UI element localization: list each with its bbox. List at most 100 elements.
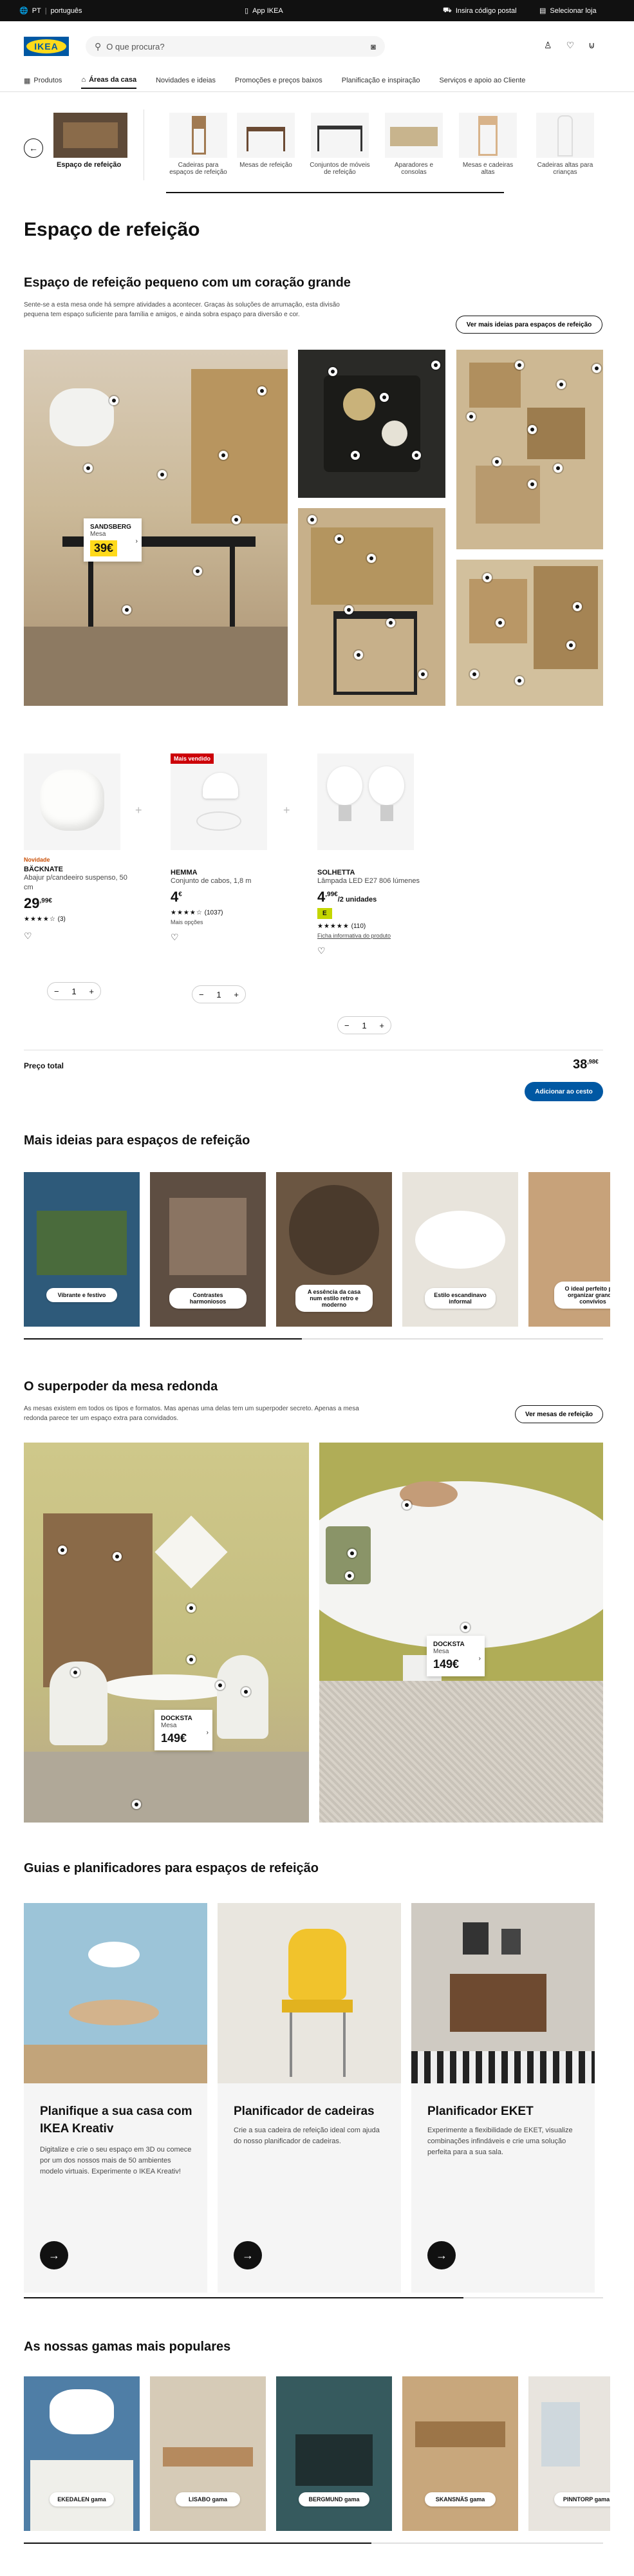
arrow-right-icon[interactable]: → bbox=[427, 2241, 456, 2269]
hotspot[interactable] bbox=[380, 393, 389, 402]
nav-products[interactable]: ▦ Produtos bbox=[24, 76, 62, 89]
minus-icon[interactable]: − bbox=[54, 987, 59, 996]
hotspot[interactable] bbox=[308, 515, 317, 524]
category-sets[interactable]: Conjuntos de móveis de refeição bbox=[308, 113, 372, 176]
hotspot[interactable] bbox=[418, 670, 427, 679]
product-image-backnate[interactable] bbox=[24, 753, 120, 850]
hotspot[interactable] bbox=[528, 480, 537, 489]
hotspot[interactable] bbox=[492, 457, 501, 466]
hotspot[interactable] bbox=[113, 1552, 122, 1561]
range-card[interactable]: BERGMUND gama bbox=[276, 2376, 392, 2531]
back-arrow-icon[interactable]: ← bbox=[24, 138, 43, 158]
quantity-stepper[interactable]: − 1 + bbox=[337, 1016, 391, 1034]
see-tables-button[interactable]: Ver mesas de refeição bbox=[515, 1405, 603, 1423]
store-selector[interactable]: ▤ Selecionar loja bbox=[539, 6, 597, 15]
idea-card[interactable]: Estilo escandinavo informal bbox=[402, 1172, 518, 1327]
hotspot[interactable] bbox=[216, 1681, 225, 1690]
hotspot[interactable] bbox=[232, 515, 241, 524]
idea-card[interactable]: A essência da casa num estilo retro e mo… bbox=[276, 1172, 392, 1327]
hotspot[interactable] bbox=[219, 451, 228, 460]
nav-news[interactable]: Novidades e ideias bbox=[156, 76, 216, 89]
product-tag[interactable]: DOCKSTA Mesa 149€ › bbox=[427, 1636, 485, 1676]
hotspot[interactable] bbox=[122, 605, 131, 614]
hotspot[interactable] bbox=[566, 641, 575, 650]
hotspot[interactable] bbox=[84, 464, 93, 473]
hotspot[interactable] bbox=[367, 554, 376, 563]
range-card[interactable]: SKANSNÄS gama bbox=[402, 2376, 518, 2531]
postal-code-link[interactable]: ⛟ Insira código postal bbox=[443, 6, 517, 15]
category-bar[interactable]: Mesas e cadeiras altas bbox=[456, 113, 520, 176]
hotspot[interactable] bbox=[328, 367, 337, 376]
hotspot[interactable] bbox=[58, 1546, 67, 1555]
idea-card[interactable]: Contrastes harmoniosos bbox=[150, 1172, 266, 1327]
category-highchairs[interactable]: Cadeiras altas para crianças bbox=[530, 113, 601, 176]
hotspot[interactable] bbox=[132, 1800, 141, 1809]
hotspot[interactable] bbox=[470, 670, 479, 679]
search-bar[interactable]: ⚲ O que procura? ◙ bbox=[86, 36, 385, 57]
hotspot[interactable] bbox=[158, 470, 167, 479]
add-to-cart-button[interactable]: Adicionar ao cesto bbox=[525, 1082, 603, 1101]
more-ideas-button[interactable]: Ver mais ideias para espaços de refeição bbox=[456, 316, 602, 334]
product-tag[interactable]: DOCKSTA Mesa 149€ › bbox=[154, 1710, 212, 1750]
product-image-hemma[interactable] bbox=[171, 753, 267, 850]
idea-card[interactable]: O ideal perfeito para organizar grandes … bbox=[528, 1172, 610, 1327]
product-name[interactable]: BÄCKNATE bbox=[24, 866, 133, 873]
ikea-logo[interactable]: IKEA bbox=[24, 37, 69, 56]
quantity-stepper[interactable]: − 1 + bbox=[47, 982, 101, 1000]
guide-card[interactable]: Planifique a sua casa com IKEA Kreativ D… bbox=[24, 1903, 207, 2293]
hotspot[interactable] bbox=[109, 396, 118, 405]
nav-rooms[interactable]: ⌂ Áreas da casa bbox=[81, 76, 137, 89]
category-scroll-indicator[interactable] bbox=[166, 192, 504, 193]
arrow-right-icon[interactable]: → bbox=[40, 2241, 68, 2269]
category-tables[interactable]: Mesas de refeição bbox=[234, 113, 298, 169]
hotspot[interactable] bbox=[431, 361, 440, 370]
scroll-indicator[interactable] bbox=[24, 2543, 371, 2544]
hotspot[interactable] bbox=[461, 1623, 470, 1632]
camera-icon[interactable]: ◙ bbox=[371, 42, 376, 52]
product-info-link[interactable]: Ficha informativa do produto bbox=[317, 933, 427, 939]
cart-icon[interactable]: ⊍ bbox=[588, 40, 595, 51]
product-image-solhetta[interactable] bbox=[317, 753, 414, 850]
energy-label[interactable]: E bbox=[317, 908, 332, 919]
country-selector[interactable]: 🌐 PT | português bbox=[19, 6, 82, 15]
range-card[interactable]: LISABO gama bbox=[150, 2376, 266, 2531]
product-name[interactable]: HEMMA bbox=[171, 869, 280, 876]
category-chairs[interactable]: Cadeiras para espaços de refeição bbox=[166, 113, 230, 176]
hotspot[interactable] bbox=[528, 425, 537, 434]
hotspot[interactable] bbox=[345, 1571, 354, 1580]
hotspot[interactable] bbox=[386, 618, 395, 627]
hotspot[interactable] bbox=[354, 650, 363, 659]
heart-icon[interactable]: ♡ bbox=[566, 40, 575, 51]
heart-icon[interactable]: ♡ bbox=[171, 932, 280, 943]
hotspot[interactable] bbox=[335, 535, 344, 544]
app-link[interactable]: ▯ App IKEA bbox=[245, 6, 283, 15]
heart-icon[interactable]: ♡ bbox=[317, 945, 427, 956]
minus-icon[interactable]: − bbox=[199, 990, 204, 999]
plus-icon[interactable]: + bbox=[234, 990, 239, 999]
scroll-indicator[interactable] bbox=[24, 1338, 302, 1340]
category-sideboards[interactable]: Aparadores e consolas bbox=[382, 113, 446, 176]
minus-icon[interactable]: − bbox=[344, 1021, 350, 1030]
hotspot[interactable] bbox=[573, 602, 582, 611]
hotspot[interactable] bbox=[515, 361, 524, 370]
hotspot[interactable] bbox=[193, 567, 202, 576]
hotspot[interactable] bbox=[592, 364, 601, 373]
user-icon[interactable]: ♙ bbox=[544, 40, 552, 51]
search-input[interactable]: O que procura? bbox=[106, 42, 366, 52]
heart-icon[interactable]: ♡ bbox=[24, 931, 133, 942]
hotspot[interactable] bbox=[483, 573, 492, 582]
hotspot[interactable] bbox=[496, 618, 505, 627]
nav-services[interactable]: Serviços e apoio ao Cliente bbox=[439, 76, 525, 89]
scroll-indicator[interactable] bbox=[24, 2297, 463, 2298]
plus-icon[interactable]: + bbox=[89, 987, 94, 996]
guide-card[interactable]: Planificador de cadeiras Crie a sua cade… bbox=[218, 1903, 401, 2293]
quantity-stepper[interactable]: − 1 + bbox=[192, 985, 246, 1003]
hotspot[interactable] bbox=[351, 451, 360, 460]
hotspot[interactable] bbox=[557, 380, 566, 389]
range-card[interactable]: PINNTORP gama bbox=[528, 2376, 610, 2531]
hotspot[interactable] bbox=[554, 464, 563, 473]
guide-card[interactable]: Planificador EKET Experimente a flexibil… bbox=[411, 1903, 595, 2293]
nav-offers[interactable]: Promoções e preços baixos bbox=[235, 76, 322, 89]
hotspot[interactable] bbox=[344, 605, 353, 614]
arrow-right-icon[interactable]: → bbox=[234, 2241, 262, 2269]
